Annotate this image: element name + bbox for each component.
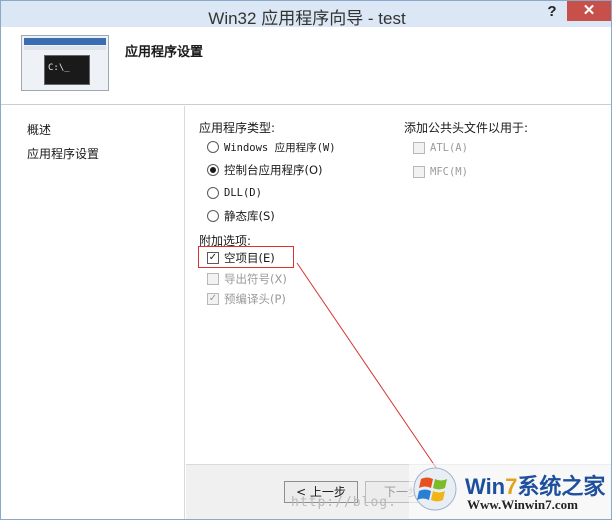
- help-button[interactable]: ?: [541, 2, 563, 22]
- checkbox-export-symbols: 导出符号(X): [207, 270, 287, 288]
- radio-windows-app[interactable]: Windows 应用程序(W): [207, 138, 336, 156]
- common-headers-label: 添加公共头文件以用于:: [404, 121, 529, 135]
- checkbox-box: [207, 273, 219, 285]
- radio-indicator[interactable]: [207, 187, 219, 199]
- radio-label: 静态库(S): [224, 209, 275, 223]
- graphic-title-bar: [24, 38, 106, 45]
- graphic-menu-bar: [24, 46, 106, 50]
- graphic-console-text: C:\_: [44, 55, 90, 85]
- radio-dll[interactable]: DLL(D): [207, 184, 262, 202]
- checkbox-label: 导出符号(X): [224, 272, 287, 286]
- checkbox-label: 预编译头(P): [224, 292, 286, 306]
- brand-watermark: Win7系统之家 Www.Winwin7.com: [409, 463, 611, 519]
- radio-label: DLL(D): [224, 187, 262, 199]
- brand-url: Www.Winwin7.com: [467, 497, 578, 512]
- radio-console-app[interactable]: 控制台应用程序(O): [207, 161, 323, 179]
- page-title: 应用程序设置: [125, 45, 204, 60]
- empty-project-highlight: [198, 246, 294, 268]
- nav-item-app-settings[interactable]: 应用程序设置: [27, 145, 99, 162]
- radio-static-lib[interactable]: 静态库(S): [207, 207, 275, 225]
- checkbox-box: [413, 166, 425, 178]
- wizard-nav: 概述 应用程序设置: [1, 106, 185, 519]
- app-type-label: 应用程序类型:: [199, 121, 276, 135]
- checkbox-box: [413, 142, 425, 154]
- watermark-url: http://blog.: [291, 495, 397, 510]
- checkbox-atl: ATL(A): [413, 139, 468, 157]
- radio-label: Windows 应用程序(W): [224, 141, 336, 154]
- window-title: Win32 应用程序向导 - test: [208, 9, 406, 28]
- radio-indicator[interactable]: [207, 210, 219, 222]
- title-bar[interactable]: Win32 应用程序向导 - test ? ✕: [1, 1, 611, 28]
- wizard-window: Win32 应用程序向导 - test ? ✕ C:\_ 应用程序设置 概述 应…: [0, 0, 612, 520]
- checkbox-mfc: MFC(M): [413, 163, 468, 181]
- radio-label: 控制台应用程序(O): [224, 163, 323, 177]
- wizard-header: C:\_ 应用程序设置: [1, 27, 611, 105]
- nav-item-overview[interactable]: 概述: [27, 121, 51, 138]
- windows-logo-icon: [413, 467, 457, 511]
- checkbox-precompiled-header: ✓ 预编译头(P): [207, 290, 286, 308]
- close-button[interactable]: ✕: [567, 1, 611, 21]
- checkbox-label: MFC(M): [430, 166, 468, 178]
- check-icon: ✓: [207, 293, 219, 305]
- console-app-icon: C:\_: [21, 35, 109, 91]
- checkbox-label: ATL(A): [430, 142, 468, 154]
- radio-indicator[interactable]: [207, 141, 219, 153]
- radio-indicator-selected[interactable]: [207, 164, 219, 176]
